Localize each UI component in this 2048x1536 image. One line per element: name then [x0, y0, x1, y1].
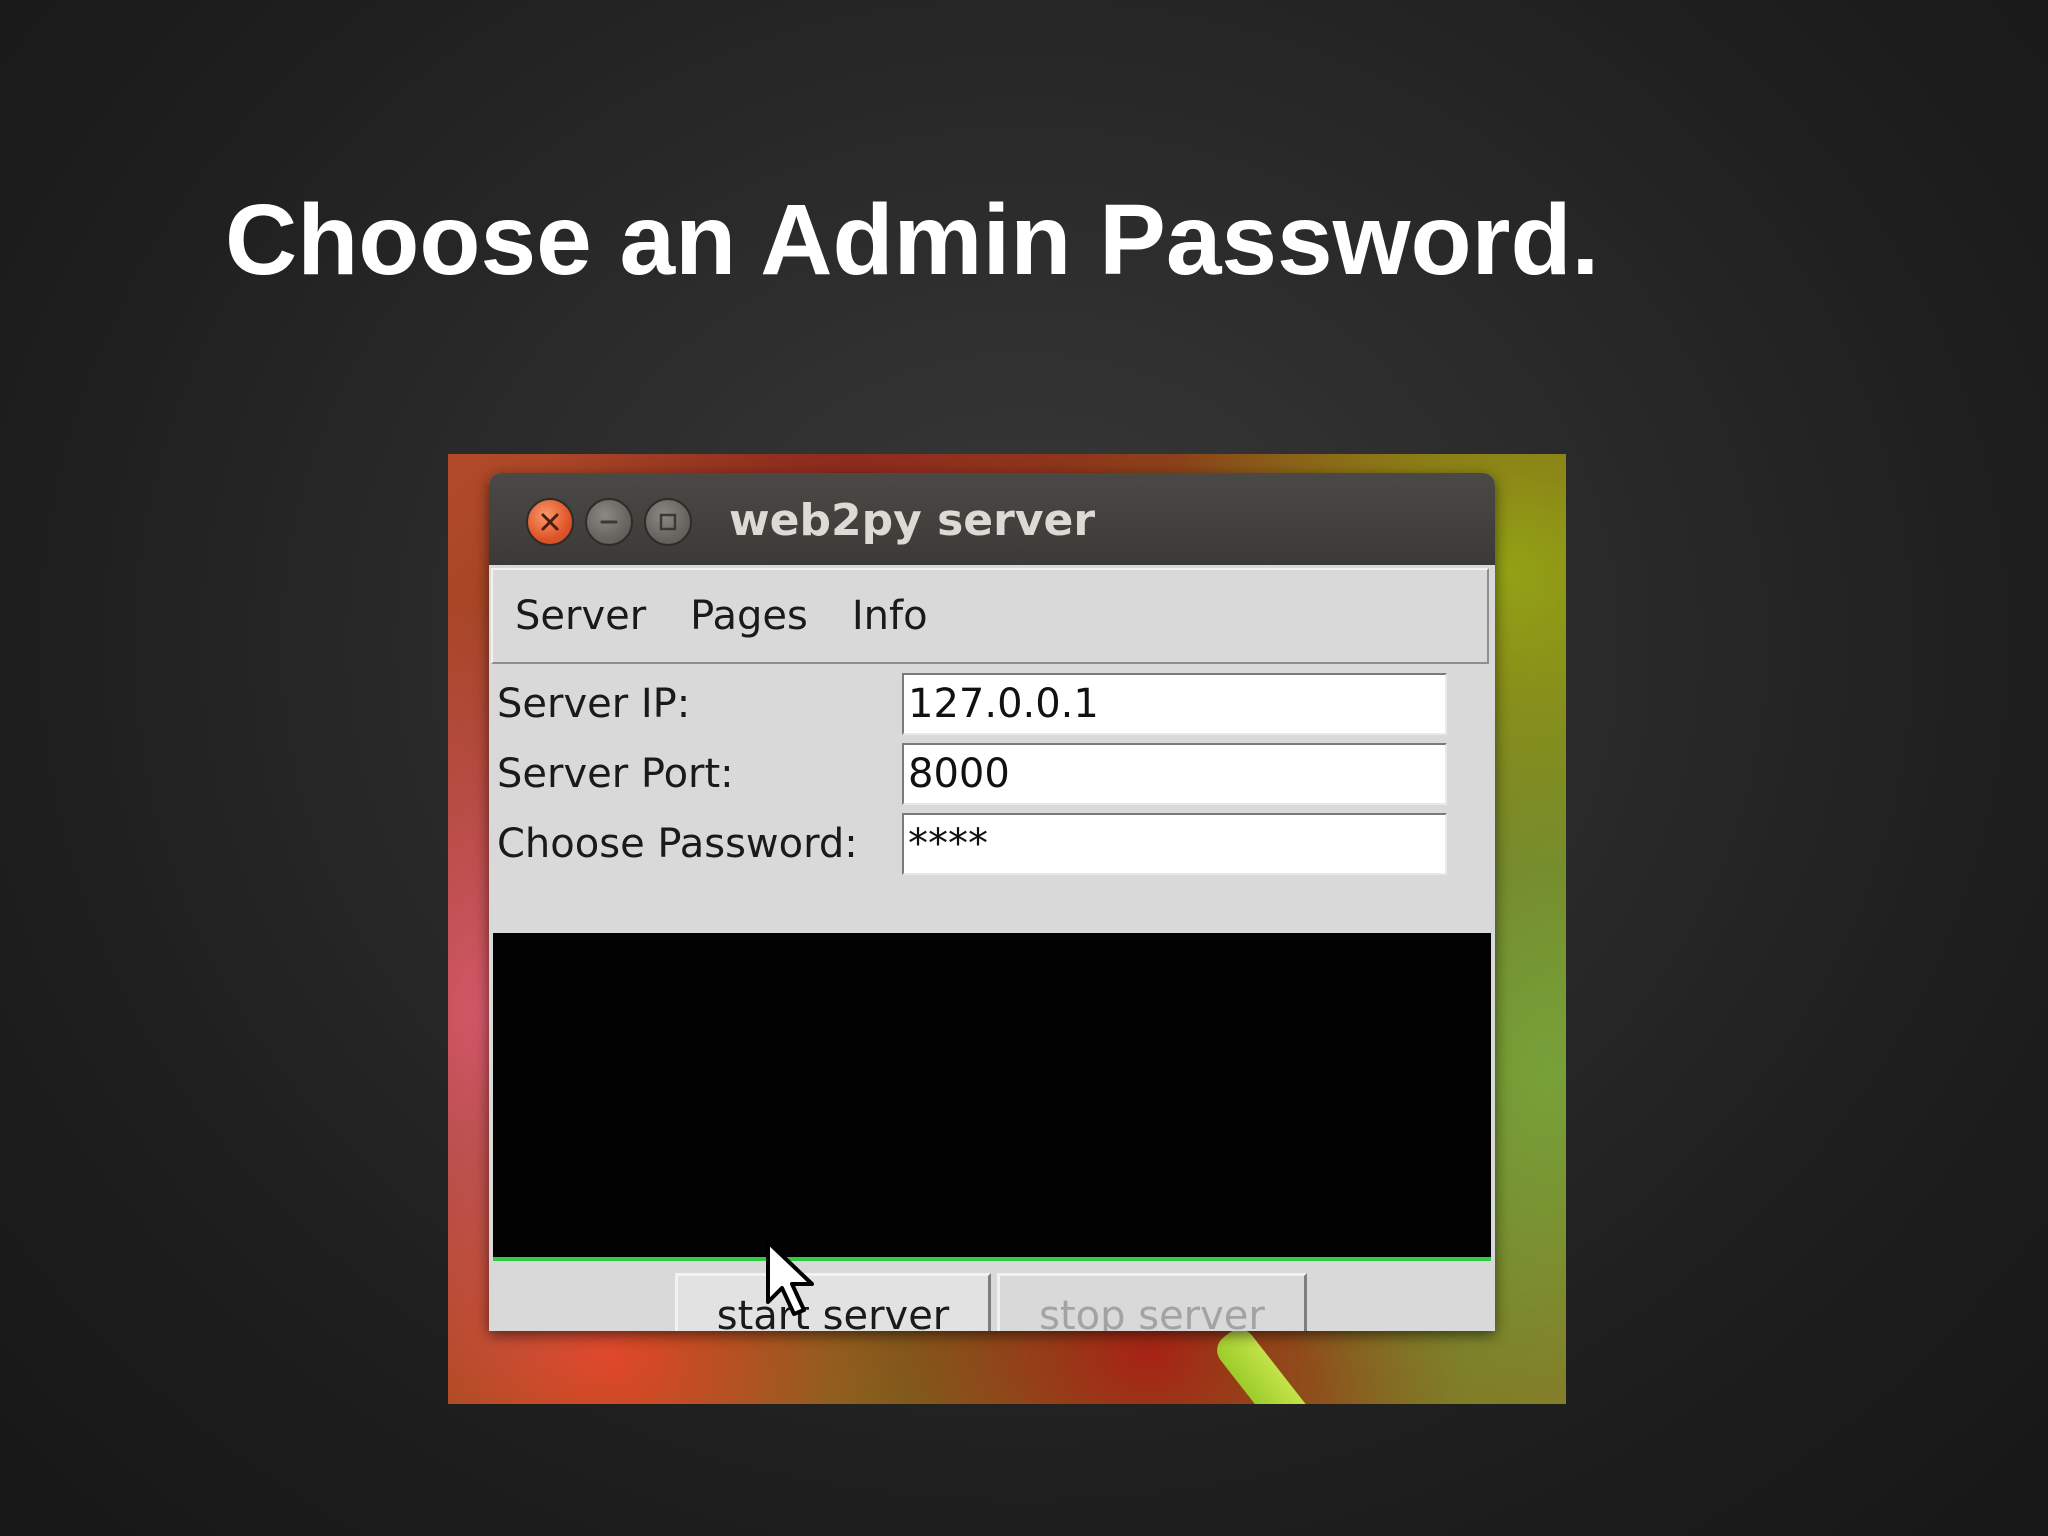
server-ip-row: Server IP:	[497, 673, 1487, 737]
maximize-button[interactable]	[644, 498, 692, 546]
password-label: Choose Password:	[497, 821, 858, 867]
server-port-input[interactable]	[902, 743, 1447, 805]
server-console	[493, 933, 1491, 1261]
close-icon	[541, 513, 559, 531]
password-row: Choose Password:	[497, 813, 1487, 877]
server-port-label: Server Port:	[497, 751, 734, 797]
desktop-screenshot: web2py server Server Pages Info Server I…	[448, 454, 1566, 1404]
menu-item-info[interactable]: Info	[852, 591, 928, 641]
server-port-row: Server Port:	[497, 743, 1487, 807]
maximize-icon	[659, 513, 677, 531]
minimize-icon	[600, 520, 618, 524]
password-input[interactable]	[902, 813, 1447, 875]
server-ip-input[interactable]	[902, 673, 1447, 735]
slide-title: Choose an Admin Password.	[225, 184, 1600, 296]
menu-item-pages[interactable]: Pages	[690, 591, 808, 641]
close-button[interactable]	[526, 498, 574, 546]
server-ip-label: Server IP:	[497, 681, 691, 727]
window-titlebar[interactable]: web2py server	[489, 473, 1495, 565]
start-server-button[interactable]: start server	[675, 1273, 991, 1331]
mouse-pointer-icon	[766, 1240, 814, 1316]
menu-bar: Server Pages Info	[491, 568, 1489, 664]
wallpaper-decoration	[1210, 1322, 1366, 1404]
minimize-button[interactable]	[585, 498, 633, 546]
web2py-server-window: web2py server Server Pages Info Server I…	[489, 473, 1495, 1331]
stop-server-button[interactable]: stop server	[997, 1273, 1307, 1331]
window-title: web2py server	[729, 495, 1096, 546]
menu-item-server[interactable]: Server	[515, 591, 646, 641]
